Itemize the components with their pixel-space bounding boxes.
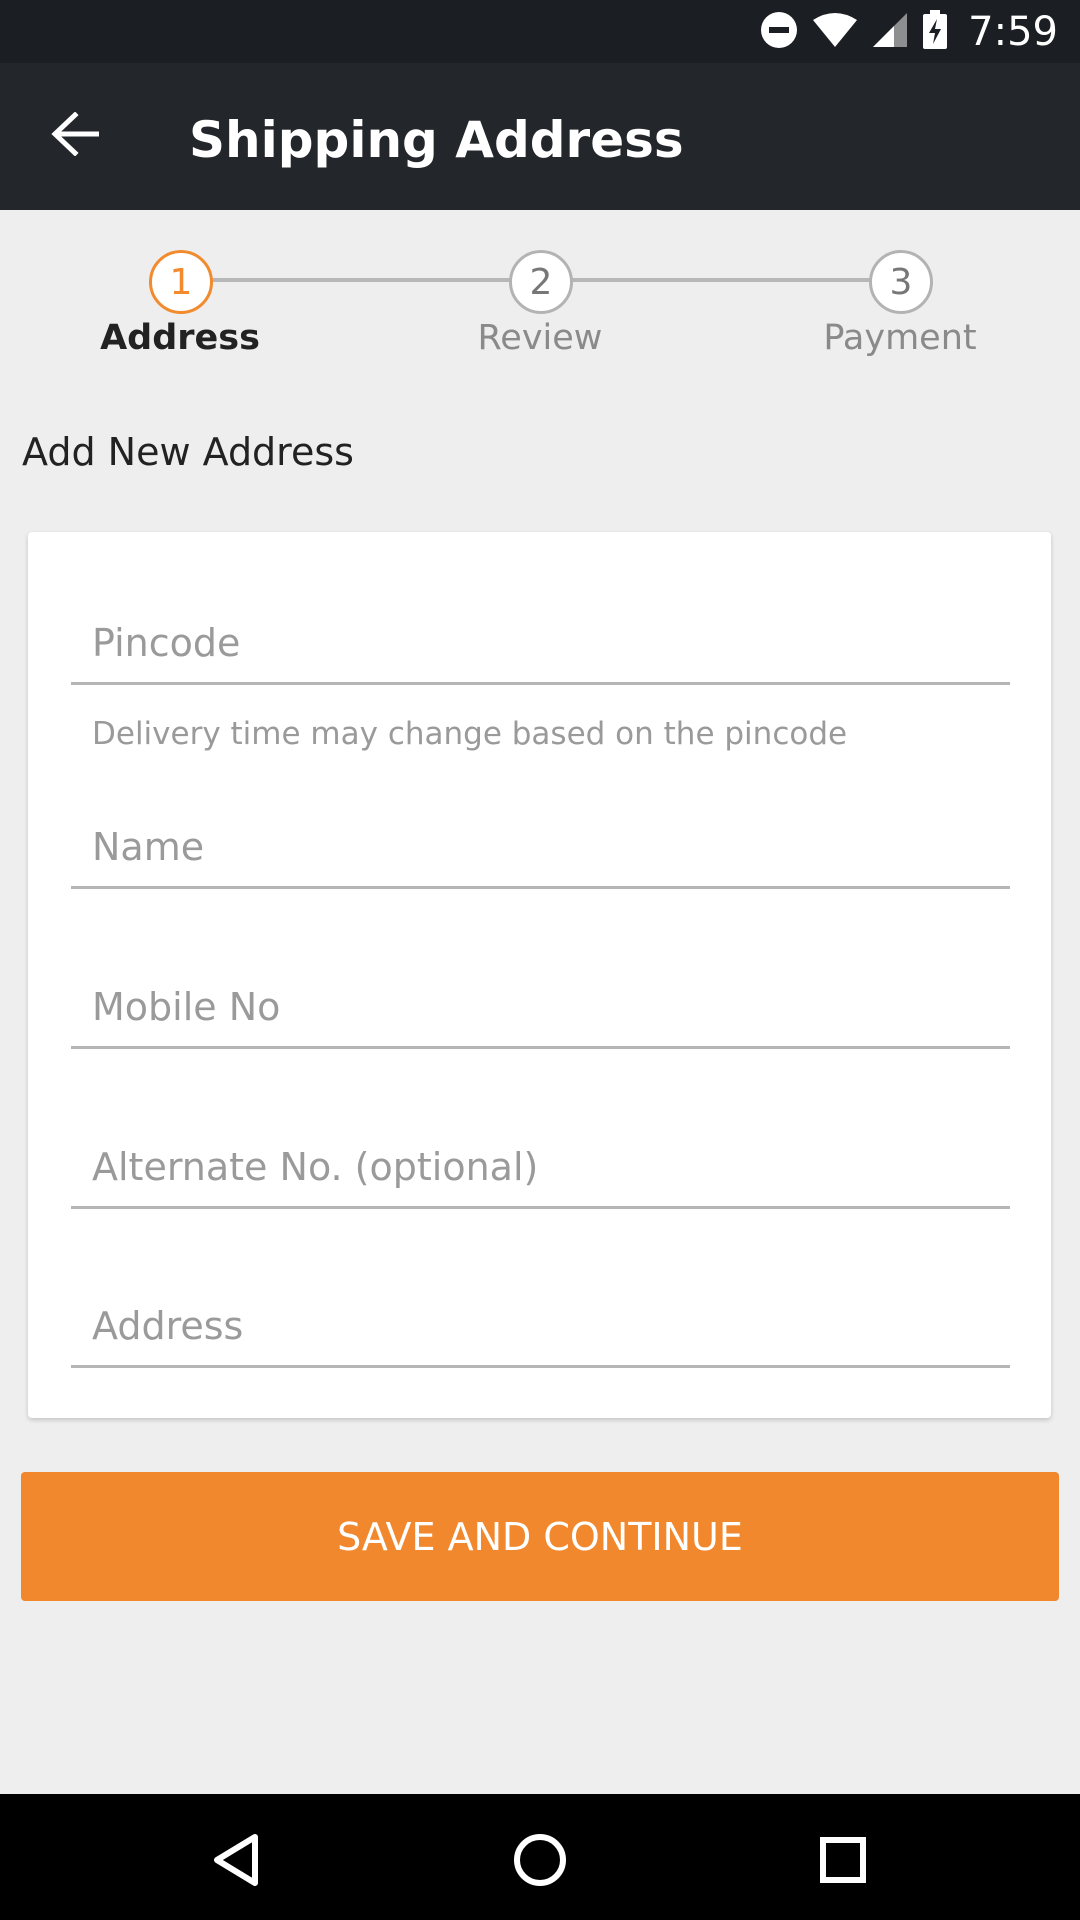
section-title: Add New Address [22,430,354,474]
status-icons: 7:59 [760,0,1058,63]
address-input[interactable] [71,1295,1010,1365]
back-button[interactable] [40,101,110,171]
status-bar: 7:59 [0,0,1080,63]
name-field [71,804,1010,889]
back-arrow-icon [51,111,100,160]
signal-icon [872,12,908,52]
alternate-number-input[interactable] [71,1136,1010,1206]
save-and-continue-button[interactable]: SAVE AND CONTINUE [21,1472,1059,1601]
dnd-icon [760,11,798,53]
step-circle-address: 1 [149,250,213,314]
alternate-number-field [71,1124,1010,1209]
mobile-input[interactable] [71,976,1010,1046]
name-input[interactable] [71,816,1010,886]
app-bar: Shipping Address [0,63,1080,210]
pincode-helper-text: Delivery time may change based on the pi… [92,716,848,752]
nav-home-button[interactable] [500,1822,580,1902]
nav-back-icon [211,1833,261,1891]
address-form-card: Delivery time may change based on the pi… [28,532,1051,1418]
step-label-review: Review [477,318,603,358]
step-circle-payment: 3 [869,250,933,314]
step-label-payment: Payment [823,318,977,358]
pincode-field [71,600,1010,685]
battery-charging-icon [922,9,948,54]
nav-recents-button[interactable] [803,1822,883,1902]
step-label-address: Address [100,318,260,358]
nav-recents-icon [819,1836,867,1888]
mobile-field [71,964,1010,1049]
checkout-stepper: 1 2 3 Address Review Payment [0,210,1080,370]
nav-back-button[interactable] [196,1822,276,1902]
system-navigation-bar [0,1794,1080,1920]
wifi-icon [812,12,858,52]
step-connector [569,278,873,282]
status-time: 7:59 [968,8,1058,55]
pincode-input[interactable] [71,612,1010,682]
address-field [71,1283,1010,1368]
step-circle-review: 2 [509,250,573,314]
nav-home-icon [513,1833,567,1891]
step-connector [209,278,513,282]
page-title: Shipping Address [189,111,684,169]
